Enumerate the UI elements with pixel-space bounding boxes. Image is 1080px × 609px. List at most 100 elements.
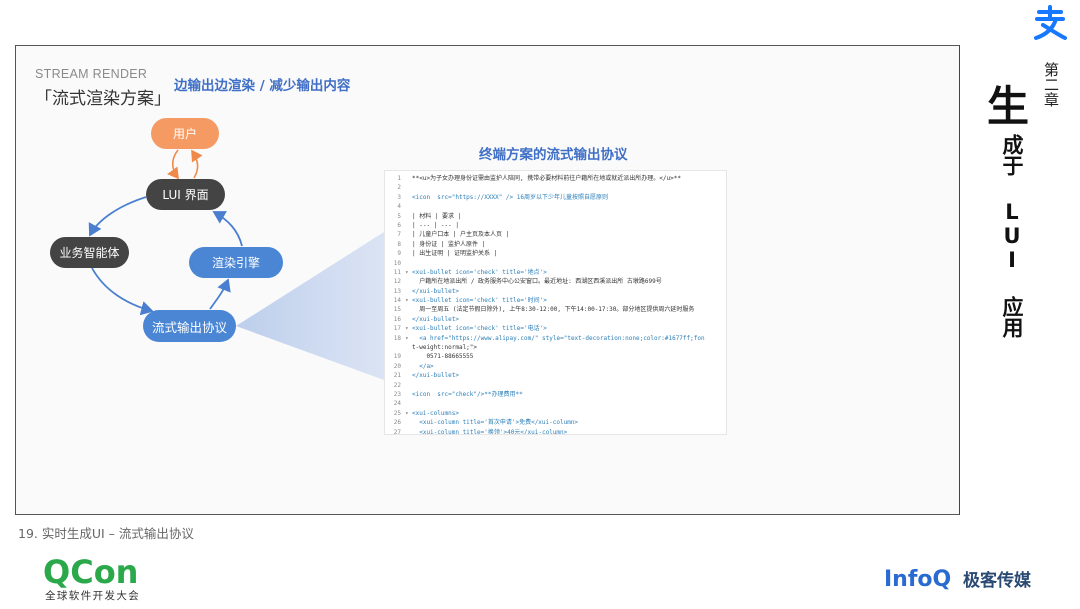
code-line-text: | 身份证 | 监护人原件 |: [412, 240, 486, 248]
node-stream-protocol: 流式输出协议: [143, 310, 236, 342]
code-line: 26 <xui-column title='首次申请'>免费</xui-colu…: [385, 418, 726, 427]
code-line-number: 12: [393, 278, 401, 286]
code-fold-icon: [405, 240, 412, 249]
code-line-number: 13: [393, 287, 401, 295]
code-line-number: 8: [397, 240, 401, 248]
code-fold-icon: [405, 174, 412, 183]
code-line: 11 ▾ <xui-bullet icon='check' title='地点'>: [385, 268, 726, 277]
code-fold-icon: [405, 193, 412, 202]
node-lui-interface: LUI 界面: [146, 179, 225, 210]
code-line-number: 26: [393, 419, 401, 427]
code-line-number: 15: [393, 306, 401, 314]
code-line: 18 ▾ <a href="https://www.alipay.com/" st…: [385, 334, 726, 343]
code-fold-icon: [405, 390, 412, 399]
code-line: 10: [385, 259, 726, 268]
code-line-text: | 出生证明 | 证明监护关系 |: [412, 250, 498, 258]
alipay-logo-icon: [1034, 5, 1067, 40]
code-line-number: 5: [397, 212, 401, 220]
code-line-number: 20: [393, 362, 401, 370]
qcon-subtitle: 全球软件开发大会: [45, 590, 141, 602]
code-line: 21 </xui-bullet>: [385, 371, 726, 380]
code-fold-icon: [405, 381, 412, 390]
code-line: 5 | 材料 | 要求 |: [385, 212, 726, 221]
node-render-engine: 渲染引擎: [189, 247, 283, 278]
code-line: 9 | 出生证明 | 证明监护关系 |: [385, 249, 726, 258]
code-line-text: 0571-88665555: [412, 353, 474, 361]
code-line: 14 ▾ <xui-bullet icon='check' title='时间'>: [385, 296, 726, 305]
code-fold-icon: [405, 183, 412, 192]
chapter-title-first: 生: [987, 82, 1030, 131]
code-fold-icon: [405, 249, 412, 258]
code-line: 22: [385, 381, 726, 390]
code-line-number: 25: [393, 409, 401, 417]
chapter-title-rest: 成于 LUI 应用: [1000, 134, 1024, 338]
code-line: 20 </a>: [385, 362, 726, 371]
code-line: 8 | 身份证 | 监护人原件 |: [385, 240, 726, 249]
code-line-number: [385, 343, 405, 352]
slide: STREAM RENDER 「流式渲染方案」 边输出边渲染 / 减少输出内容 用…: [0, 0, 1080, 609]
code-fold-icon: [405, 428, 412, 434]
code-line: 15 周一至周五 (法定节假日除外), 上午8:30-12:00, 下午14:0…: [385, 305, 726, 314]
code-fold-icon: ▾: [405, 409, 409, 417]
code-line-number: 14: [393, 297, 401, 305]
code-line: 19 0571-88665555: [385, 352, 726, 361]
code-line-text: </xui-bullet>: [412, 315, 459, 323]
infoq-logo: InfoQ: [884, 567, 951, 592]
node-business-agent: 业务智能体: [50, 237, 129, 268]
code-fold-icon: ▾: [405, 334, 409, 342]
code-fold-icon: [405, 259, 412, 268]
code-line: 3 <icon src="https://XXXX" /> 16周岁以下少年儿童按…: [385, 193, 726, 202]
code-line-text: </xui-bullet>: [412, 372, 459, 380]
code-line-text: <a href="https://www.alipay.com/" style=…: [412, 334, 705, 342]
code-line-text: <xui-columns>: [412, 409, 459, 417]
code-line: t-weight:normal;">: [385, 343, 726, 352]
code-fold-icon: ▾: [405, 297, 409, 305]
code-fold-icon: [405, 202, 412, 211]
code-line-number: 3: [397, 193, 401, 201]
slide-subtitle: 边输出边渲染 / 减少输出内容: [174, 78, 351, 94]
code-fold-icon: [405, 221, 412, 230]
scheme-label: 「流式渲染方案」: [35, 89, 171, 109]
code-panel-title: 终端方案的流式输出协议: [479, 147, 628, 163]
code-line: 1 **<u>为子女办理身份证需由监护人陪同, 携带必要材料前往户籍所在地或就近派…: [385, 174, 726, 183]
code-line: 4: [385, 202, 726, 211]
code-line-text: <icon src="check"/>**办理费用**: [412, 390, 523, 398]
code-line-number: 27: [393, 428, 401, 435]
code-line-number: 4: [397, 203, 401, 211]
qcon-logo: QCon: [43, 554, 138, 588]
code-line-number: 18: [393, 334, 401, 342]
code-line-text: t-weight:normal;">: [412, 344, 478, 352]
code-line-number: 10: [393, 259, 401, 267]
code-fold-icon: [405, 277, 412, 286]
code-fold-icon: [405, 315, 412, 324]
code-fold-icon: [405, 371, 412, 380]
code-line: 24: [385, 399, 726, 408]
code-fold-icon: [405, 287, 412, 296]
code-line-number: 22: [393, 381, 401, 389]
code-line-number: 2: [397, 184, 401, 192]
code-fold-icon: [405, 212, 412, 221]
code-line: 12 户籍所在地派出所 / 政务服务中心公安窗口。最近地址: 西湖区西溪派出所 …: [385, 277, 726, 286]
code-line-number: 19: [393, 353, 401, 361]
code-line: 13 </xui-bullet>: [385, 287, 726, 296]
code-line: 27 <xui-column title='换领'>40元</xui-colum…: [385, 428, 726, 435]
code-line-text: | 儿童户口本 | 户主页及本人页 |: [412, 231, 510, 239]
code-fold-icon: [405, 399, 412, 408]
code-line-text: <icon src="https://XXXX" /> 16周岁以下少年儿童按照…: [412, 193, 608, 201]
code-line-text: | 材料 | 要求 |: [412, 212, 462, 220]
code-fold-icon: [405, 418, 412, 427]
code-line-number: 21: [393, 372, 401, 380]
code-line-number: 24: [393, 400, 401, 408]
code-line: 2: [385, 183, 726, 192]
code-line-text: <xui-bullet icon='check' title='时间'>: [412, 297, 547, 305]
code-line-text: </xui-bullet>: [412, 287, 459, 295]
code-line-number: 16: [393, 315, 401, 323]
slide-caption: 19. 实时生成UI – 流式输出协议: [18, 526, 194, 541]
code-line: 16 </xui-bullet>: [385, 315, 726, 324]
qcon-logo-text: QCon: [43, 554, 138, 588]
code-fold-icon: [405, 230, 412, 239]
code-fold-icon: [405, 343, 412, 352]
